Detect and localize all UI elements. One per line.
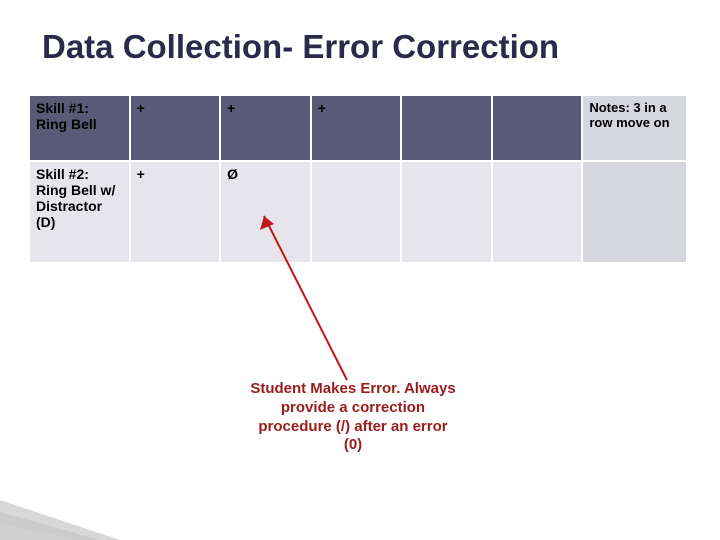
trial-cell: [402, 96, 491, 160]
skill-label: Skill #1: Ring Bell: [30, 96, 129, 160]
trial-cell: +: [221, 96, 310, 160]
trial-cell: [493, 162, 582, 262]
trial-cell: [312, 162, 401, 262]
notes-cell: Notes: 3 in a row move on: [583, 96, 686, 160]
corner-decoration-icon: [0, 470, 120, 540]
trial-cell: +: [131, 96, 220, 160]
skill-label: Skill #2: Ring Bell w/ Distractor (D): [30, 162, 129, 262]
trial-cell: [493, 96, 582, 160]
table-row: Skill #2: Ring Bell w/ Distractor (D) + …: [30, 162, 686, 262]
table-row: Skill #1: Ring Bell + + + Notes: 3 in a …: [30, 96, 686, 160]
trial-cell: Ø: [221, 162, 310, 262]
slide-title: Data Collection- Error Correction: [42, 28, 692, 66]
trial-cell: +: [312, 96, 401, 160]
error-callout: Student Makes Error. Always provide a co…: [248, 380, 458, 455]
notes-cell: [583, 162, 686, 262]
trial-cell: +: [131, 162, 220, 262]
trial-cell: [402, 162, 491, 262]
data-table: Skill #1: Ring Bell + + + Notes: 3 in a …: [28, 94, 688, 264]
